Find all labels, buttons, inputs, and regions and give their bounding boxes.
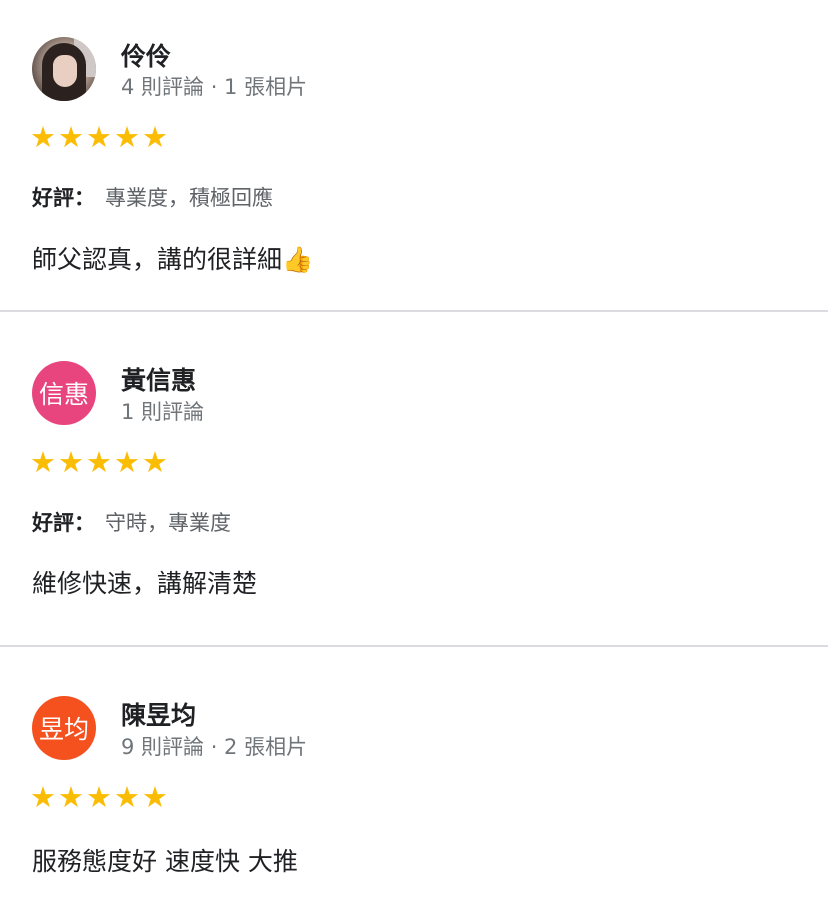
attribute-separator: ： bbox=[74, 511, 95, 535]
star-icon: ★ bbox=[86, 445, 112, 479]
attribute-label: 好評 bbox=[32, 511, 74, 535]
star-icon: ★ bbox=[114, 120, 140, 154]
star-icon: ★ bbox=[30, 780, 56, 814]
review-attributes: 好評： 守時，專業度 bbox=[32, 507, 231, 537]
review-text: 維修快速，講解清楚 bbox=[32, 569, 258, 598]
attribute-separator: ： bbox=[74, 186, 95, 210]
review-attributes: 好評： 專業度，積極回應 bbox=[32, 182, 273, 212]
star-icon: ★ bbox=[30, 120, 56, 154]
star-icon: ★ bbox=[58, 780, 84, 814]
star-rating: ★ ★ ★ ★ ★ bbox=[30, 120, 168, 154]
reviewer-meta: 4 則評論 · 1 張相片 bbox=[121, 75, 308, 99]
reviewer-meta: 9 則評論 · 2 張相片 bbox=[121, 735, 308, 759]
reviewer-name[interactable]: 陳昱均 bbox=[121, 696, 196, 732]
star-icon: ★ bbox=[58, 445, 84, 479]
star-icon: ★ bbox=[58, 120, 84, 154]
star-icon: ★ bbox=[114, 780, 140, 814]
review-card: 伶伶 4 則評論 · 1 張相片 ★ ★ ★ ★ ★ 好評： 專業度，積極回應 師… bbox=[0, 0, 828, 312]
star-icon: ★ bbox=[114, 445, 140, 479]
review-card: 信惠 黃信惠 1 則評論 ★ ★ ★ ★ ★ 好評： 守時，專業度 維修快速，講解… bbox=[0, 312, 828, 647]
reviewer-name[interactable]: 伶伶 bbox=[121, 37, 171, 73]
star-icon: ★ bbox=[142, 445, 168, 479]
attribute-label: 好評 bbox=[32, 186, 74, 210]
star-icon: ★ bbox=[30, 445, 56, 479]
attribute-value: 守時，專業度 bbox=[105, 511, 231, 535]
star-icon: ★ bbox=[142, 780, 168, 814]
star-icon: ★ bbox=[86, 120, 112, 154]
review-text: 師父認真，講的很詳細👍 bbox=[32, 245, 314, 274]
review-text: 服務態度好 速度快 大推 bbox=[32, 847, 298, 876]
star-icon: ★ bbox=[142, 120, 168, 154]
star-rating: ★ ★ ★ ★ ★ bbox=[30, 445, 168, 479]
avatar[interactable]: 昱均 bbox=[32, 696, 96, 760]
avatar[interactable] bbox=[32, 37, 96, 101]
reviewer-meta: 1 則評論 bbox=[121, 400, 205, 424]
avatar[interactable]: 信惠 bbox=[32, 361, 96, 425]
attribute-value: 專業度，積極回應 bbox=[105, 186, 273, 210]
review-card: 昱均 陳昱均 9 則評論 · 2 張相片 ★ ★ ★ ★ ★ 服務態度好 速度快… bbox=[0, 647, 828, 915]
star-rating: ★ ★ ★ ★ ★ bbox=[30, 780, 168, 814]
star-icon: ★ bbox=[86, 780, 112, 814]
reviewer-name[interactable]: 黃信惠 bbox=[121, 361, 196, 397]
